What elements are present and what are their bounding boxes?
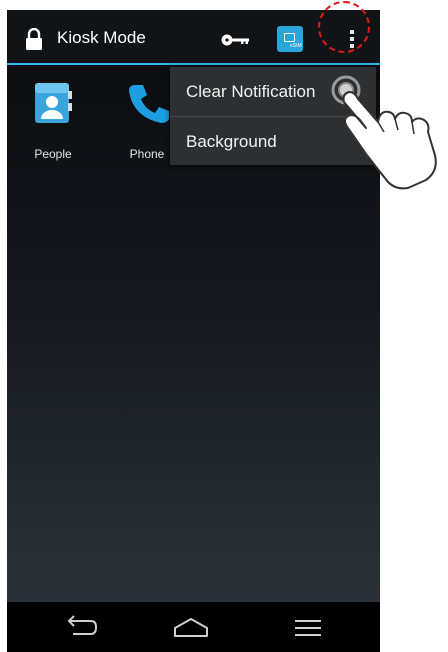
hand-pointer-icon (331, 75, 437, 190)
people-app-icon (35, 83, 72, 123)
back-icon[interactable] (59, 612, 99, 642)
highlight-circle (318, 1, 370, 53)
home-icon[interactable] (171, 612, 211, 642)
key-icon[interactable] (221, 34, 249, 46)
app-title: Kiosk Mode (57, 28, 146, 47)
sim-chip (284, 33, 295, 42)
menu-item-label: Background (186, 132, 277, 151)
navigation-bar (7, 602, 380, 652)
recent-apps-icon[interactable] (289, 612, 329, 642)
phone-app-icon (129, 85, 169, 123)
app-label-people: People (34, 147, 72, 161)
menu-item-label: Clear Notification (186, 82, 316, 101)
sim-badge-text: eSIM (290, 43, 302, 49)
lock-icon (26, 28, 42, 50)
sim-card-icon[interactable]: eSIM (277, 26, 303, 52)
app-icon-people[interactable]: People (21, 77, 85, 161)
